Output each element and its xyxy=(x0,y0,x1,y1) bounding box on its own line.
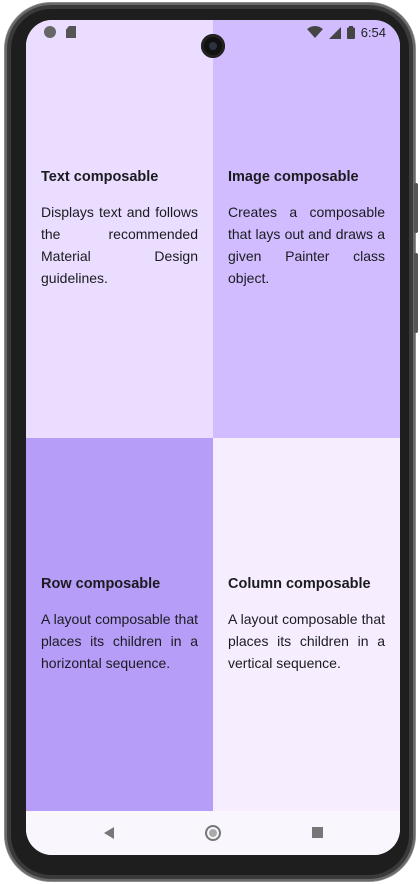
wifi-icon xyxy=(306,26,323,38)
quadrant-description: A layout composable that places its chil… xyxy=(228,610,385,671)
back-icon[interactable] xyxy=(104,827,114,839)
front-camera xyxy=(201,34,225,58)
quadrant-grid: Text composable Displays text and follow… xyxy=(26,20,400,811)
sd-card-icon xyxy=(66,26,76,38)
volume-button xyxy=(414,253,418,333)
navigation-bar xyxy=(26,811,400,855)
recents-icon[interactable] xyxy=(312,827,323,838)
quadrant-title: Image composable xyxy=(228,169,359,185)
quadrant-description: A layout composable that places its chil… xyxy=(41,610,198,671)
quadrant-description: Displays text and follows the recommende… xyxy=(41,204,198,286)
screen: 6:54 Text composable Displays text and f… xyxy=(26,20,400,855)
quadrant-description: Creates a composable that lays out and d… xyxy=(228,204,385,286)
status-left-icons xyxy=(44,26,76,38)
quadrant-image-composable: Image composable Creates a composable th… xyxy=(213,20,400,438)
notification-dot-icon xyxy=(44,26,56,38)
status-time: 6:54 xyxy=(360,25,386,40)
quadrant-column-composable: Column composable A layout composable th… xyxy=(213,438,400,811)
quadrant-row-composable: Row composable A layout composable that … xyxy=(26,438,213,811)
status-right-icons: 6:54 xyxy=(306,25,386,40)
signal-icon xyxy=(328,26,341,39)
power-button xyxy=(414,183,418,233)
quadrant-title: Row composable xyxy=(41,575,161,592)
battery-icon xyxy=(346,26,355,39)
quadrant-title: Column composable xyxy=(228,575,371,592)
quadrant-text-composable: Text composable Displays text and follow… xyxy=(26,20,213,438)
quadrant-title: Text composable xyxy=(41,169,159,185)
home-icon[interactable] xyxy=(205,825,221,841)
